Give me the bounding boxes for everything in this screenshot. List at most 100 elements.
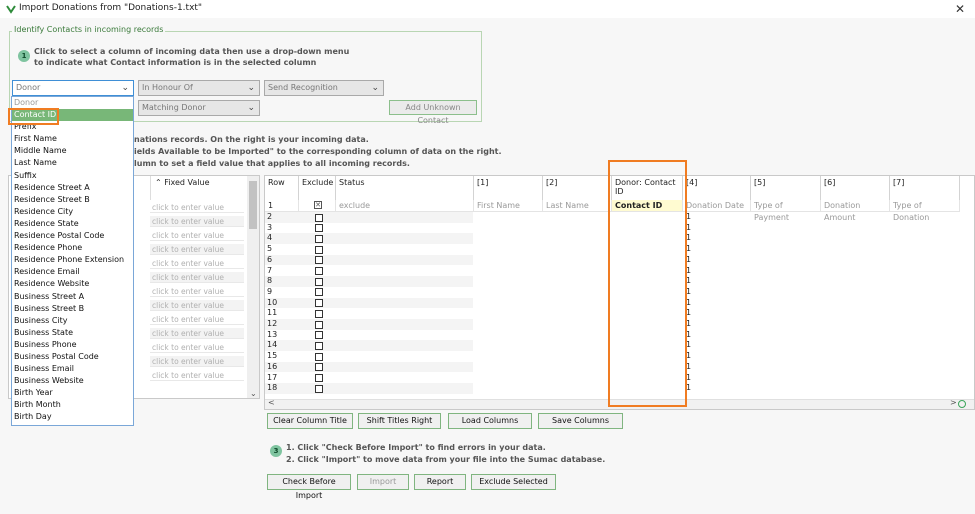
dropdown-option[interactable]: Residence City (12, 206, 133, 218)
dropdown-option[interactable]: Contact ID (12, 109, 133, 122)
fixed-value-cell[interactable]: click to enter value (150, 314, 244, 325)
exclude-checkbox[interactable] (315, 267, 323, 275)
dropdown-option[interactable]: Last Name (12, 157, 133, 169)
col-header-3-contact-id[interactable]: Donor: Contact ID (612, 176, 683, 200)
import-button[interactable]: Import (357, 474, 409, 490)
exclude-checkbox[interactable] (315, 245, 323, 254)
col-4-cell[interactable]: 1 (686, 308, 691, 317)
matching-donor-dropdown[interactable]: Matching Donor ⌄ (138, 100, 260, 116)
check-before-import-button[interactable]: Check Before Import (267, 474, 351, 500)
fixed-value-cell[interactable]: click to enter value (150, 342, 244, 353)
dropdown-option[interactable]: First Name (12, 133, 133, 145)
exclude-checkbox[interactable] (315, 288, 323, 297)
dropdown-option[interactable]: Business City (12, 315, 133, 327)
col-4-cell[interactable]: 1 (686, 319, 691, 328)
dropdown-option[interactable]: Residence Email (12, 266, 133, 278)
col-4-cell[interactable]: 1 (686, 383, 691, 392)
save-columns-button[interactable]: Save Columns (538, 413, 623, 429)
fixed-value-cell[interactable]: click to enter value (150, 216, 244, 227)
col-3-field-title[interactable]: Contact ID (612, 200, 683, 212)
col-4-cell[interactable]: 1 (686, 223, 691, 232)
fixed-value-cell[interactable]: click to enter value (150, 370, 244, 381)
load-columns-button[interactable]: Load Columns (448, 413, 532, 429)
dropdown-option[interactable]: Residence Street A (12, 182, 133, 194)
dropdown-option[interactable]: Business State (12, 327, 133, 339)
dropdown-option[interactable]: Birth Month (12, 399, 133, 411)
send-recognition-dropdown[interactable]: Send Recognition ⌄ (264, 80, 384, 96)
dropdown-option[interactable]: Residence Phone Extension (12, 254, 133, 266)
dropdown-option[interactable]: Residence Website (12, 278, 133, 290)
dropdown-option[interactable]: Birth Year (12, 387, 133, 399)
col-header-6[interactable]: [6] (821, 176, 890, 200)
donor-dropdown[interactable]: Donor ⌄ (12, 80, 134, 96)
close-icon[interactable]: ✕ (950, 0, 970, 18)
exclude-checkbox[interactable] (315, 320, 323, 329)
exclude-checkbox[interactable] (315, 384, 323, 393)
exclude-checkbox[interactable] (315, 309, 323, 318)
col-header-2[interactable]: [2] (543, 176, 612, 200)
fixed-value-cell[interactable]: click to enter value (150, 230, 244, 241)
col-4-cell[interactable]: 1 (686, 276, 691, 285)
scroll-down-icon[interactable]: ⌄ (250, 389, 257, 398)
dropdown-option[interactable]: Suffix (12, 170, 133, 182)
col-header-status[interactable]: Status (336, 176, 474, 200)
exclude-checkbox[interactable] (315, 234, 323, 243)
exclude-checkbox[interactable] (315, 363, 323, 372)
dropdown-option[interactable]: Business Street A (12, 291, 133, 303)
col-4-cell[interactable]: 1 (686, 340, 691, 349)
scroll-left-icon[interactable]: < (268, 398, 275, 407)
donor-dropdown-list[interactable]: Donor Contact ID Prefix First Name Middle Na… (11, 96, 134, 426)
fixed-value-cell[interactable]: click to enter value (150, 356, 244, 367)
row-1-exclude[interactable]: ✕ (299, 200, 336, 212)
fixed-value-cell[interactable]: click to enter value (150, 258, 244, 269)
dropdown-option[interactable]: Prefix (12, 121, 133, 133)
report-button[interactable]: Report (414, 474, 466, 490)
fields-scrollbar-thumb[interactable] (249, 181, 257, 229)
col-header-5[interactable]: [5] (751, 176, 821, 200)
exclude-checkbox[interactable] (315, 256, 323, 265)
exclude-checkbox[interactable] (315, 374, 323, 382)
dropdown-option[interactable]: Business Street B (12, 303, 133, 315)
col-header-4[interactable]: [4] (683, 176, 751, 200)
col-5-field-title[interactable]: Type of Payment (751, 200, 821, 222)
col-4-cell[interactable]: 1 (686, 287, 691, 296)
col-header-row[interactable]: Row (265, 176, 299, 200)
dropdown-option[interactable]: Business Email (12, 363, 133, 375)
in-honour-of-dropdown[interactable]: In Honour Of ⌄ (138, 80, 260, 96)
clear-column-title-button[interactable]: Clear Column Title (267, 413, 353, 429)
col-4-cell[interactable]: 1 (686, 212, 691, 221)
dropdown-option[interactable]: Residence Street B (12, 194, 133, 206)
col-4-cell[interactable]: 1 (686, 362, 691, 371)
col-header-exclude[interactable]: Exclude (299, 176, 336, 200)
fixed-value-cell[interactable]: click to enter value (150, 272, 244, 283)
col-header-1[interactable]: [1] (474, 176, 543, 200)
exclude-checked-icon[interactable]: ✕ (314, 201, 322, 209)
exclude-checkbox[interactable] (315, 277, 323, 286)
fixed-value-cell[interactable]: click to enter value (150, 286, 244, 297)
col-4-cell[interactable]: 1 (686, 330, 691, 339)
col-4-cell[interactable]: 1 (686, 255, 691, 264)
col-4-cell[interactable]: 1 (686, 298, 691, 307)
exclude-selected-button[interactable]: Exclude Selected (471, 474, 556, 490)
col-header-7[interactable]: [7] (890, 176, 960, 200)
exclude-checkbox[interactable] (315, 299, 323, 308)
dropdown-option[interactable]: Residence State (12, 218, 133, 230)
exclude-checkbox[interactable] (315, 341, 323, 350)
dropdown-option[interactable]: Middle Name (12, 145, 133, 157)
col-4-cell[interactable]: 1 (686, 244, 691, 253)
col-4-cell[interactable]: 1 (686, 373, 691, 382)
dropdown-option[interactable]: Donor (12, 97, 133, 109)
fixed-value-header[interactable]: ⌃ Fixed Value (150, 176, 247, 200)
add-unknown-contact-button[interactable]: Add Unknown Contact (389, 100, 477, 125)
exclude-checkbox[interactable] (315, 352, 323, 361)
dropdown-option[interactable]: Birth Day (12, 411, 133, 423)
horizontal-scrollbar[interactable] (265, 399, 974, 409)
fixed-value-cell[interactable]: click to enter value (150, 300, 244, 311)
dropdown-option[interactable]: Business Website (12, 375, 133, 387)
fixed-value-cell[interactable]: click to enter value (150, 202, 244, 213)
col-4-field-title[interactable]: Donation Date (683, 200, 751, 212)
fixed-value-cell[interactable]: click to enter value (150, 244, 244, 255)
scroll-right-icon[interactable]: > (950, 398, 957, 407)
col-7-field-title[interactable]: Type of Donation (890, 200, 960, 222)
col-4-cell[interactable]: 1 (686, 266, 691, 275)
